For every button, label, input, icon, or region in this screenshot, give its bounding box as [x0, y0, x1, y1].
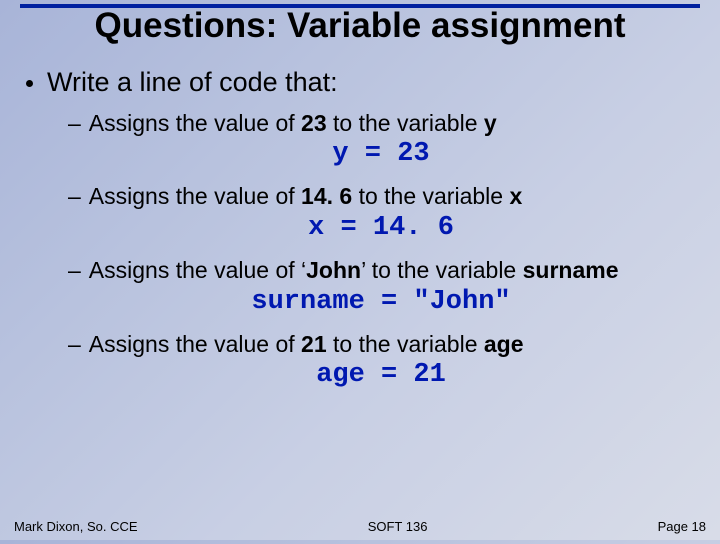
footer-left: Mark Dixon, So. CCE — [14, 519, 138, 534]
sub-bullet: – Assigns the value of 14. 6 to the vari… — [68, 183, 694, 211]
text-mid: to the variable — [327, 110, 484, 136]
code-line: x = 14. 6 — [68, 213, 694, 243]
text-pre: Assigns the value of ‘ — [89, 257, 306, 283]
dash-icon: – — [68, 331, 81, 359]
sub-bullet-text: Assigns the value of 23 to the variable … — [89, 110, 497, 138]
sub-bullet-text: Assigns the value of 21 to the variable … — [89, 331, 524, 359]
text-mid: to the variable — [327, 331, 484, 357]
sub-bullets: – Assigns the value of 23 to the variabl… — [68, 110, 694, 390]
code-line: y = 23 — [68, 139, 694, 169]
text-var: x — [509, 183, 522, 209]
text-value: 23 — [301, 110, 327, 136]
intro-text: Write a line of code that: — [47, 67, 338, 98]
bullet-dot-icon — [26, 80, 33, 87]
sub-bullet-text: Assigns the value of ‘John’ to the varia… — [89, 257, 619, 285]
dash-icon: – — [68, 110, 81, 138]
text-var: surname — [523, 257, 619, 283]
text-var: age — [484, 331, 524, 357]
text-value: 14. 6 — [301, 183, 352, 209]
text-mid: ’ to the variable — [361, 257, 523, 283]
sub-bullet: – Assigns the value of ‘John’ to the var… — [68, 257, 694, 285]
slide-title: Questions: Variable assignment — [0, 8, 720, 45]
sub-bullet-text: Assigns the value of 14. 6 to the variab… — [89, 183, 522, 211]
text-mid: to the variable — [352, 183, 509, 209]
sub-bullet: – Assigns the value of 23 to the variabl… — [68, 110, 694, 138]
bullet-intro: Write a line of code that: — [26, 67, 694, 98]
dash-icon: – — [68, 183, 81, 211]
text-pre: Assigns the value of — [89, 183, 301, 209]
footer-right: Page 18 — [658, 519, 706, 534]
code-line: age = 21 — [68, 360, 694, 390]
text-pre: Assigns the value of — [89, 331, 301, 357]
footer-center: SOFT 136 — [368, 519, 428, 534]
sub-bullet: – Assigns the value of 21 to the variabl… — [68, 331, 694, 359]
text-pre: Assigns the value of — [89, 110, 301, 136]
dash-icon: – — [68, 257, 81, 285]
code-line: surname = "John" — [68, 287, 694, 317]
content-area: Write a line of code that: – Assigns the… — [0, 45, 720, 390]
text-value: 21 — [301, 331, 327, 357]
footer: Mark Dixon, So. CCE SOFT 136 Page 18 — [14, 519, 706, 534]
text-var: y — [484, 110, 497, 136]
text-value: John — [306, 257, 361, 283]
